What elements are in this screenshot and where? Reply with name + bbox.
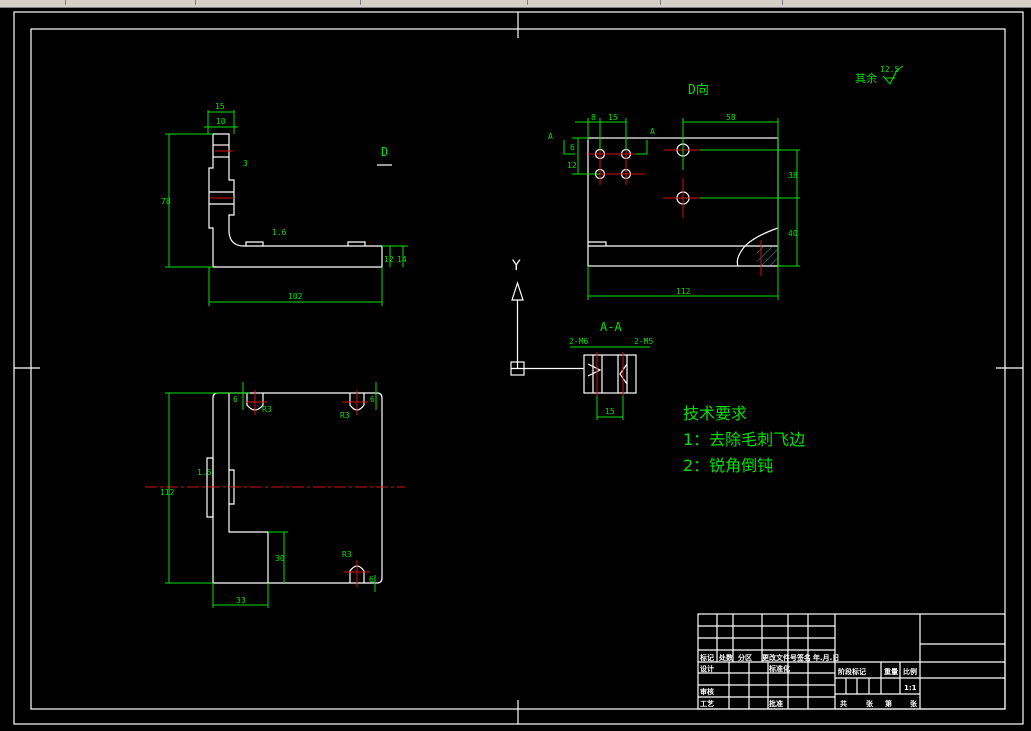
section-mark-a: A [650,127,655,136]
svg-text:标记: 标记 [699,653,714,662]
roughness-mark: 1.6 [197,468,212,477]
svg-text:标准化: 标准化 [768,664,790,673]
dim-3: 3 [243,159,248,168]
d-view-title: D向 [688,82,709,98]
dim-102: 102 [288,292,303,301]
radius-label: R3 [342,550,352,559]
cad-drawing-canvas[interactable]: 15 10 78 102 12 14 3 1.6 D D向 8 15 58 6 … [0,0,1031,731]
svg-text:批准: 批准 [769,699,783,708]
tech-title: 技术要求 [683,404,747,423]
svg-text:重量: 重量 [884,667,898,676]
section-mark-a: A [548,132,553,141]
tech-item: 2：锐角倒钝 [683,456,773,475]
dim-6: 6 [570,143,575,152]
svg-text:比例: 比例 [903,667,917,676]
dim-12: 12 [384,255,394,264]
svg-text:签名: 签名 [796,653,811,662]
svg-text:审核: 审核 [700,687,714,696]
dim-30: 30 [275,554,285,563]
svg-text:处数: 处数 [718,653,734,662]
svg-text:第: 第 [885,699,892,708]
dim-10: 10 [216,117,226,126]
dim-15: 15 [215,102,225,111]
dim-6: 6 [233,395,238,404]
roughness-mark: 1.6 [272,228,287,237]
dim-6: 6 [369,575,374,584]
radius-label: R3 [340,411,350,420]
ucs-icon: Y [510,258,584,376]
bottom-view: 112 33 30 6 6 6 1.6 R3 R3 R3 [145,382,405,608]
roughness-note: 其余 12.5 [855,65,904,85]
dim-38: 38 [788,171,798,180]
svg-text:阶段标记: 阶段标记 [838,667,866,676]
dim-40: 40 [788,229,798,238]
svg-text:更改文件号: 更改文件号 [762,653,797,662]
svg-text:12.5: 12.5 [880,65,899,74]
dim-8: 8 [591,113,596,122]
svg-text:年.月.日: 年.月.日 [813,653,839,662]
holes [588,141,762,276]
thread-label-m6: 2-M6 [569,337,588,346]
dim-12: 12 [567,161,577,170]
svg-text:分区: 分区 [738,653,752,662]
svg-text:共: 共 [840,699,847,708]
radius-label: R3 [262,405,272,414]
svg-text:工艺: 工艺 [700,699,714,708]
l-profile-section [208,133,383,268]
section-title: A-A [600,320,622,334]
dim-14: 14 [397,255,407,264]
thread-label-m5: 2-M5 [634,337,653,346]
dim-112: 112 [676,287,691,296]
svg-text:其余: 其余 [855,71,877,85]
section-a-a: A-A 2-M6 2-M5 15 [569,320,653,420]
dim-33: 33 [236,596,246,605]
svg-text:张: 张 [866,699,874,708]
dim-112: 112 [160,488,175,497]
title-block: 标记 处数 分区 更改文件号 签名 年.月.日 设计 标准化 审核 工艺 批准 … [697,613,1006,710]
dim-6: 6 [370,395,375,404]
tech-requirements: 技术要求 1：去除毛刺飞边 2：锐角倒钝 [683,404,805,475]
tech-item: 1：去除毛刺飞边 [683,430,805,449]
svg-text:设计: 设计 [700,664,714,673]
dim-78: 78 [161,197,171,206]
dim-15: 15 [608,113,618,122]
svg-text:1:1: 1:1 [904,684,917,692]
side-view: 15 10 78 102 12 14 3 1.6 D [161,102,408,306]
dim-58: 58 [726,113,736,122]
view-marker-d: D [381,145,388,159]
ucs-y-label: Y [511,258,521,274]
svg-text:张: 张 [910,699,918,708]
dim-15: 15 [605,407,615,416]
d-view: D向 8 15 58 6 12 38 40 112 A A [548,82,800,300]
